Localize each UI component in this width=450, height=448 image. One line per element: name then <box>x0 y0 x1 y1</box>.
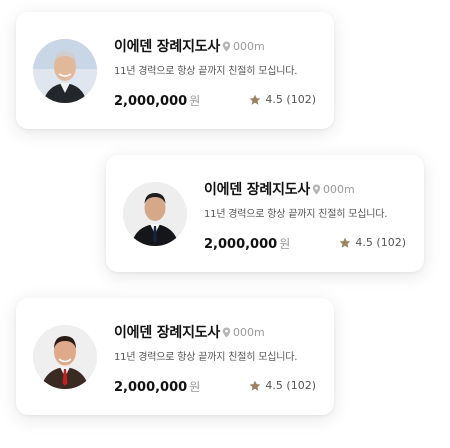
star-icon <box>250 380 261 391</box>
description: 11년 경력으로 항상 끝까지 친절히 모십니다. <box>204 209 388 220</box>
director-card[interactable]: 이에덴 장례지도사 000m 11년 경력으로 항상 끝까지 친절히 모십니다.… <box>16 12 334 129</box>
description: 11년 경력으로 항상 끝까지 친절히 모십니다. <box>114 352 298 363</box>
rating-value: 4.5 (102) <box>265 379 316 392</box>
director-card[interactable]: 이에덴 장례지도사 000m 11년 경력으로 항상 끝까지 친절히 모십니다.… <box>16 298 334 415</box>
price: 2,000,000 원 <box>204 235 290 252</box>
currency-label: 원 <box>189 380 201 394</box>
star-icon <box>340 237 351 248</box>
currency-label: 원 <box>279 237 291 251</box>
description: 11년 경력으로 항상 끝까지 친절히 모십니다. <box>114 66 298 77</box>
rating: 4.5 (102) <box>339 236 406 249</box>
director-name: 이에덴 장례지도사 <box>114 39 221 55</box>
price-value: 2,000,000 <box>114 94 188 109</box>
price-value: 2,000,000 <box>114 380 188 395</box>
director-name: 이에덴 장례지도사 <box>114 325 221 341</box>
rating-value: 4.5 (102) <box>355 236 406 249</box>
price: 2,000,000 원 <box>114 378 200 395</box>
distance: 000m <box>222 326 265 339</box>
price: 2,000,000 원 <box>114 92 200 109</box>
avatar <box>33 39 97 103</box>
distance-value: 000m <box>233 40 265 53</box>
avatar <box>123 182 187 246</box>
rating-value: 4.5 (102) <box>265 93 316 106</box>
distance-value: 000m <box>233 326 265 339</box>
distance: 000m <box>222 40 265 53</box>
location-pin-icon <box>222 41 231 52</box>
avatar <box>33 325 97 389</box>
currency-label: 원 <box>189 94 201 108</box>
location-pin-icon <box>222 327 231 338</box>
distance-value: 000m <box>323 183 355 196</box>
star-icon <box>250 94 261 105</box>
location-pin-icon <box>312 184 321 195</box>
price-value: 2,000,000 <box>204 237 278 252</box>
rating: 4.5 (102) <box>249 379 316 392</box>
distance: 000m <box>312 183 355 196</box>
director-card[interactable]: 이에덴 장례지도사 000m 11년 경력으로 항상 끝까지 친절히 모십니다.… <box>106 155 424 272</box>
rating: 4.5 (102) <box>249 93 316 106</box>
director-name: 이에덴 장례지도사 <box>204 182 311 198</box>
